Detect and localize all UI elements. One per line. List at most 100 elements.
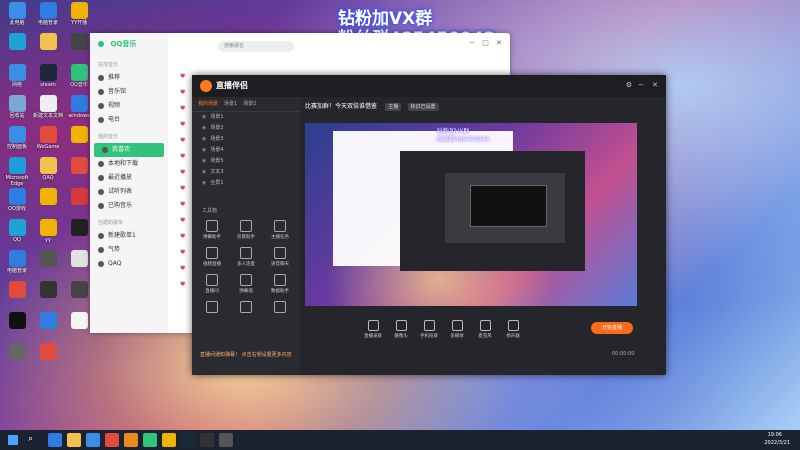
taskbar-app-icon[interactable]: [162, 433, 176, 447]
stream-control[interactable]: 扬声器: [500, 320, 526, 339]
taskbar-app-icon[interactable]: [181, 433, 195, 447]
desktop-icon[interactable]: YY开播: [64, 2, 94, 26]
desktop-icon[interactable]: [2, 343, 32, 361]
desktop-icon[interactable]: [2, 33, 32, 51]
tool-item[interactable]: 视频直播: [200, 247, 224, 267]
desktop-icon[interactable]: steam: [33, 64, 63, 88]
heart-icon[interactable]: ♥: [180, 153, 190, 169]
tool-item[interactable]: 数据助手: [268, 274, 292, 294]
desktop-icon[interactable]: [33, 33, 63, 51]
taskbar-time[interactable]: 19:06: [768, 432, 782, 438]
heart-icon[interactable]: ♥: [180, 265, 190, 281]
taskbar-app-icon[interactable]: [86, 433, 100, 447]
room-tag-2[interactable]: 标识已设置: [407, 103, 439, 111]
desktop-icon[interactable]: 电脑管家: [33, 2, 63, 26]
desktop-icon[interactable]: 回收站: [2, 95, 32, 119]
desktop-icon[interactable]: 控制面板: [2, 126, 32, 150]
desktop-icon[interactable]: Microsoft Edge: [2, 157, 32, 187]
desktop-icon[interactable]: 电脑管家: [2, 250, 32, 274]
heart-icon[interactable]: ♥: [180, 281, 190, 297]
qqmusic-nav-item[interactable]: 气势: [90, 243, 168, 257]
tool-item[interactable]: 主播任务: [268, 220, 292, 240]
desktop-icon[interactable]: QAQ: [33, 157, 63, 181]
eye-icon[interactable]: ◉: [202, 147, 206, 153]
heart-icon[interactable]: ♥: [180, 233, 190, 249]
qqmusic-nav-item[interactable]: 推荐: [90, 71, 168, 85]
qqmusic-search-input[interactable]: 搜索歌名: [218, 41, 294, 52]
maximize-icon[interactable]: □: [482, 39, 489, 47]
heart-icon[interactable]: ♥: [180, 201, 190, 217]
tool-item[interactable]: [234, 301, 258, 315]
heart-icon[interactable]: ♥: [180, 185, 190, 201]
stream-control[interactable]: 直播录屏: [360, 320, 386, 339]
taskbar-app-icon[interactable]: [124, 433, 138, 447]
stream-control[interactable]: 手机投屏: [416, 320, 442, 339]
qqmusic-nav-item[interactable]: 试听列表: [90, 185, 168, 199]
stream-control[interactable]: 麦克风: [472, 320, 498, 339]
qqmusic-nav-item[interactable]: 音乐馆: [90, 85, 168, 99]
close-icon[interactable]: ✕: [652, 81, 658, 89]
start-stream-button[interactable]: 开始直播: [591, 322, 633, 334]
desktop-icon[interactable]: [33, 281, 63, 299]
eye-icon[interactable]: ◉: [202, 114, 206, 120]
heart-icon[interactable]: ♥: [180, 121, 190, 137]
scene-item[interactable]: ◉ 场景5: [192, 156, 300, 167]
tool-item[interactable]: 弹幕助手: [200, 220, 224, 240]
taskbar-app-icon[interactable]: [200, 433, 214, 447]
scene-item[interactable]: ◉ 场景2: [192, 123, 300, 134]
eye-icon[interactable]: ◉: [202, 125, 206, 131]
qqmusic-nav-item[interactable]: 最近播放: [90, 171, 168, 185]
desktop-icon[interactable]: QQ: [2, 219, 32, 243]
settings-icon[interactable]: ⚙: [626, 81, 632, 89]
tool-item[interactable]: 房管助手: [234, 220, 258, 240]
tool-item[interactable]: 弹幕墙: [234, 274, 258, 294]
desktop-icon[interactable]: WeGame: [33, 126, 63, 150]
windows-start-icon[interactable]: [8, 435, 18, 445]
heart-icon[interactable]: ♥: [180, 73, 190, 89]
scene-item[interactable]: ◉ 场景4: [192, 145, 300, 156]
taskbar-app-icon[interactable]: [143, 433, 157, 447]
scene-tab[interactable]: 场景1: [224, 97, 237, 111]
desktop-icon[interactable]: [33, 250, 63, 268]
minimize-icon[interactable]: −: [469, 39, 475, 47]
taskbar-app-icon[interactable]: [219, 433, 233, 447]
close-icon[interactable]: ✕: [496, 39, 502, 47]
desktop-icon[interactable]: 新建文本文档: [33, 95, 63, 119]
scene-item[interactable]: ◉ 场景3: [192, 134, 300, 145]
tool-item[interactable]: 语音聊天: [268, 247, 292, 267]
desktop-icon[interactable]: QQ游戏: [2, 188, 32, 212]
tool-item[interactable]: [268, 301, 292, 315]
scene-tab[interactable]: 场景2: [243, 97, 256, 111]
taskbar-date[interactable]: 2022/3/21: [764, 440, 790, 446]
scene-item[interactable]: ◉ 场景1: [192, 112, 300, 123]
desktop-icon[interactable]: 网络: [2, 64, 32, 88]
minimize-icon[interactable]: −: [638, 81, 644, 89]
stream-preview[interactable]: 钻粉加VX群 粉丝群485450943: [305, 123, 637, 306]
heart-icon[interactable]: ♥: [180, 249, 190, 265]
search-icon[interactable]: ⌕: [28, 434, 33, 444]
desktop-icon[interactable]: [33, 312, 63, 330]
qqmusic-nav-item[interactable]: 已购音乐: [90, 199, 168, 213]
eye-icon[interactable]: ◉: [202, 136, 206, 142]
qqmusic-nav-item[interactable]: 电台: [90, 113, 168, 127]
scene-item[interactable]: ◉ 全屏1: [192, 178, 300, 189]
stream-companion-window[interactable]: 直播伴侣 ⚙ − ✕ 我的场景 场景1 场景2 ◉ 场景1 ◉ 场景2 ◉ 场景3 ◉ 场景4 ◉ 场…: [192, 75, 666, 375]
qqmusic-nav-item[interactable]: 新建歌单1: [90, 229, 168, 243]
taskbar-app-icon[interactable]: [48, 433, 62, 447]
qqmusic-nav-item[interactable]: QAQ: [90, 257, 168, 271]
room-title[interactable]: 比赛加群！今天双倍谁借鉴: [305, 103, 377, 110]
eye-icon[interactable]: ◉: [202, 158, 206, 164]
heart-icon[interactable]: ♥: [180, 137, 190, 153]
eye-icon[interactable]: ◉: [202, 180, 206, 186]
tool-item[interactable]: 直播间: [200, 274, 224, 294]
taskbar-app-icon[interactable]: [67, 433, 81, 447]
room-tag-1[interactable]: 主播: [385, 103, 402, 111]
qqmusic-nav-item[interactable]: 本地和下载: [90, 157, 168, 171]
stream-control[interactable]: 多媒体: [444, 320, 470, 339]
qqmusic-nav-item[interactable]: 我喜欢: [94, 143, 164, 157]
desktop-icon[interactable]: [2, 281, 32, 299]
desktop-icon[interactable]: [33, 343, 63, 361]
scene-tab[interactable]: 我的场景: [198, 97, 218, 111]
desktop-icon[interactable]: [33, 188, 63, 206]
tool-item[interactable]: 多人连麦: [234, 247, 258, 267]
